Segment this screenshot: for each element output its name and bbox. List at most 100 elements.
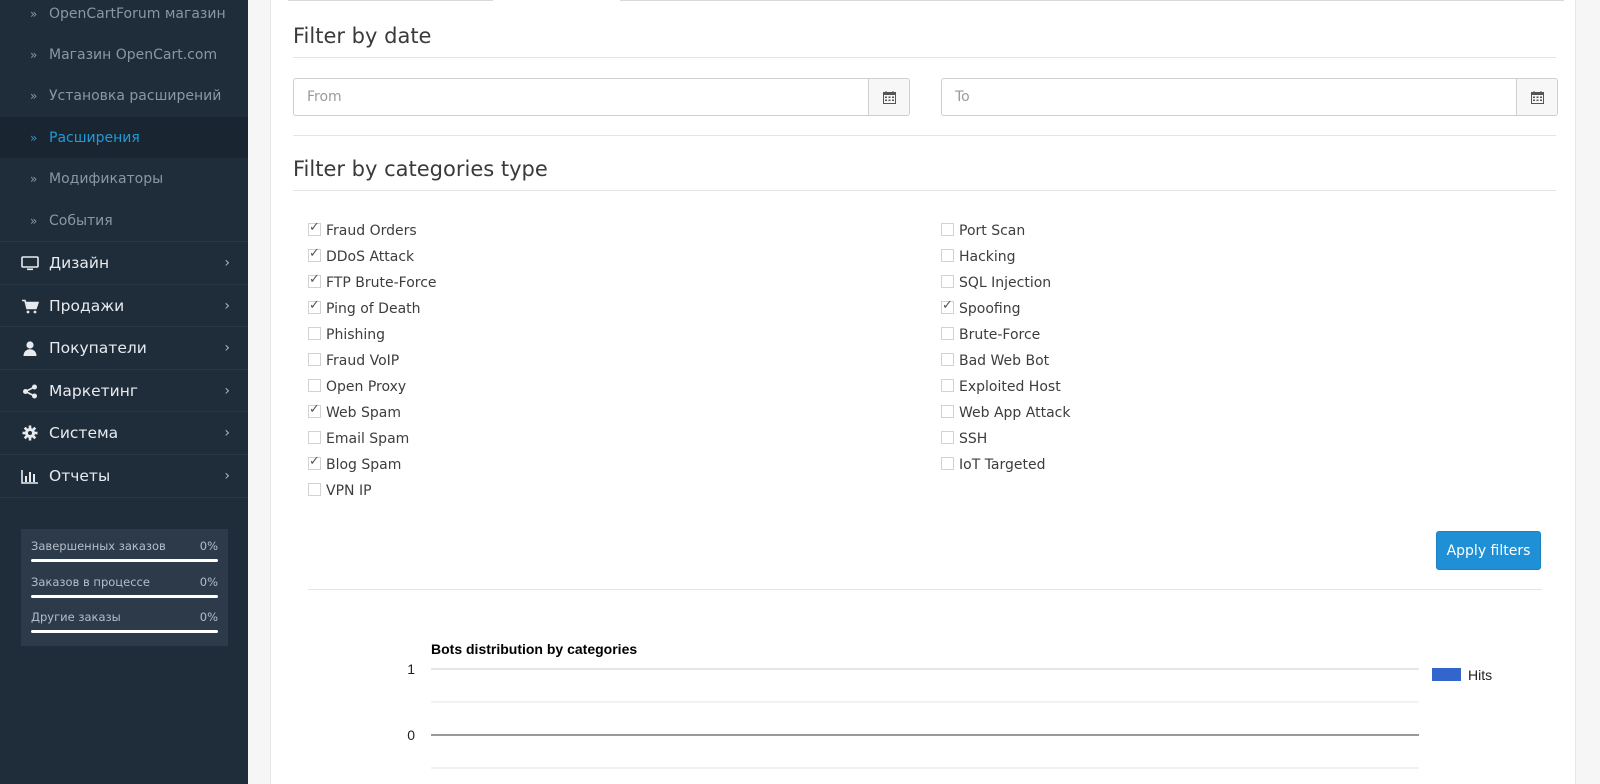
sidebar-item-6[interactable]: Отчеты ›: [0, 454, 248, 497]
category-checkbox[interactable]: VPN IP: [308, 481, 372, 501]
category-label: Ping of Death: [326, 301, 421, 317]
checkbox-unchecked[interactable]: [941, 274, 954, 288]
tab-underline: [620, 0, 1564, 1]
checkbox-unchecked[interactable]: [941, 378, 954, 392]
checkbox-unchecked[interactable]: [308, 378, 321, 392]
sidebar-item-1[interactable]: Дизайн ›: [0, 241, 248, 284]
category-label: Port Scan: [959, 223, 1026, 239]
stat-row: Завершенных заказов 0%: [31, 539, 218, 575]
category-label: Phishing: [326, 327, 386, 343]
sidebar-subitem[interactable]: » События: [0, 200, 248, 241]
sidebar-item-3[interactable]: Покупатели ›: [0, 326, 248, 369]
category-checkbox[interactable]: Fraud VoIP: [308, 351, 399, 371]
order-stats-panel: Завершенных заказов 0% Заказов в процессе 0…: [21, 529, 228, 646]
stat-value: 0%: [199, 574, 218, 589]
checkbox-unchecked[interactable]: [308, 482, 321, 496]
cart-icon: [20, 298, 40, 314]
date-from-calendar-button[interactable]: [868, 78, 910, 116]
category-checkbox[interactable]: Exploited Host: [941, 377, 1061, 397]
monitor-icon: [20, 255, 40, 271]
stat-progress-bar: [31, 630, 218, 633]
category-checkbox[interactable]: Blog Spam: [308, 454, 402, 475]
sidebar-subitem[interactable]: » Модификаторы: [0, 158, 248, 199]
checkbox-checked[interactable]: [308, 246, 321, 262]
category-checkbox[interactable]: Fraud Orders: [308, 220, 417, 241]
checkbox-unchecked[interactable]: [308, 430, 321, 444]
checkbox-checked[interactable]: [308, 220, 321, 236]
checkbox-unchecked[interactable]: [308, 326, 321, 340]
category-label: Fraud Orders: [326, 223, 417, 239]
category-checkbox[interactable]: Ping of Death: [308, 298, 421, 319]
checkbox-checked[interactable]: [308, 298, 321, 314]
stat-row: Заказов в процессе 0%: [31, 575, 218, 611]
chevron-right-icon: ›: [224, 468, 230, 484]
category-label: Open Proxy: [326, 379, 407, 395]
checkbox-unchecked[interactable]: [941, 352, 954, 366]
category-checkbox[interactable]: DDoS Attack: [308, 246, 414, 267]
sidebar-subitem-label: OpenCartForum магазин: [49, 5, 226, 22]
double-chevron-icon: »: [30, 130, 38, 145]
date-from-input[interactable]: [293, 78, 869, 116]
chart-title: Bots distribution by categories: [431, 641, 637, 657]
legend-swatch: [1432, 668, 1461, 681]
checkbox-unchecked[interactable]: [308, 352, 321, 366]
category-checkbox[interactable]: Web Spam: [308, 402, 401, 423]
divider: [293, 135, 1556, 136]
divider: [308, 589, 1542, 590]
stat-label: Другие заказы: [31, 610, 121, 624]
stat-row: Другие заказы 0%: [31, 610, 218, 646]
sidebar-item-label: Отчеты: [49, 467, 111, 485]
category-checkbox[interactable]: SSH: [941, 429, 987, 449]
category-label: SQL Injection: [959, 275, 1052, 291]
sidebar-item-label: Система: [49, 424, 119, 442]
category-checkbox[interactable]: Brute-Force: [941, 325, 1040, 345]
sidebar-subitem[interactable]: » OpenCartForum магазин: [0, 0, 248, 34]
sidebar-subitem[interactable]: » Установка расширений: [0, 75, 248, 116]
checkbox-unchecked[interactable]: [941, 248, 954, 262]
category-checkbox[interactable]: Bad Web Bot: [941, 351, 1049, 371]
sidebar-subitem-label: Расширения: [49, 129, 140, 146]
category-label: Email Spam: [326, 431, 410, 447]
category-checkbox[interactable]: Web App Attack: [941, 403, 1070, 423]
checkbox-checked[interactable]: [308, 272, 321, 288]
checkbox-unchecked[interactable]: [941, 222, 954, 236]
apply-filters-button[interactable]: Apply filters: [1436, 531, 1541, 570]
filter-by-date-title: Filter by date: [293, 24, 432, 48]
sidebar-subitem[interactable]: » Расширения: [0, 117, 248, 158]
category-checkbox[interactable]: FTP Brute-Force: [308, 272, 437, 293]
category-label: Bad Web Bot: [959, 353, 1050, 369]
stat-label: Завершенных заказов: [31, 539, 166, 553]
filter-by-categories-title: Filter by categories type: [293, 157, 548, 181]
sidebar-item-label: Продажи: [49, 297, 125, 315]
sidebar-item-5[interactable]: Система ›: [0, 411, 248, 454]
checkbox-unchecked[interactable]: [941, 404, 954, 418]
stat-progress-bar: [31, 594, 218, 598]
sidebar: » OpenCartForum магазин » Магазин OpenCart.…: [0, 0, 248, 784]
category-checkbox[interactable]: IoT Targeted: [941, 455, 1046, 475]
tab-underline: [288, 0, 493, 1]
category-checkbox[interactable]: Email Spam: [308, 429, 409, 449]
category-checkbox[interactable]: Hacking: [941, 247, 1016, 267]
sidebar-item-label: Маркетинг: [49, 382, 138, 400]
category-checkbox[interactable]: Spoofing: [941, 298, 1020, 319]
category-label: SSH: [959, 431, 988, 447]
checkbox-checked[interactable]: [941, 298, 954, 314]
user-icon: [20, 340, 40, 356]
category-checkbox[interactable]: Port Scan: [941, 221, 1025, 241]
sidebar-subitem[interactable]: » Магазин OpenCart.com: [0, 34, 248, 75]
checkbox-unchecked[interactable]: [941, 456, 954, 470]
category-checkbox[interactable]: Phishing: [308, 325, 385, 345]
date-to-calendar-button[interactable]: [1516, 78, 1558, 116]
category-label: Blog Spam: [326, 457, 402, 473]
date-to-input[interactable]: [941, 78, 1517, 116]
calendar-icon: [882, 90, 896, 104]
category-checkbox[interactable]: Open Proxy: [308, 377, 406, 397]
checkbox-checked[interactable]: [308, 454, 321, 470]
sidebar-item-4[interactable]: Маркетинг ›: [0, 369, 248, 412]
checkbox-unchecked[interactable]: [941, 430, 954, 444]
checkbox-unchecked[interactable]: [941, 326, 954, 340]
sidebar-item-2[interactable]: Продажи ›: [0, 284, 248, 327]
category-checkbox[interactable]: SQL Injection: [941, 273, 1051, 293]
checkbox-checked[interactable]: [308, 402, 321, 418]
chevron-right-icon: ›: [224, 340, 230, 356]
